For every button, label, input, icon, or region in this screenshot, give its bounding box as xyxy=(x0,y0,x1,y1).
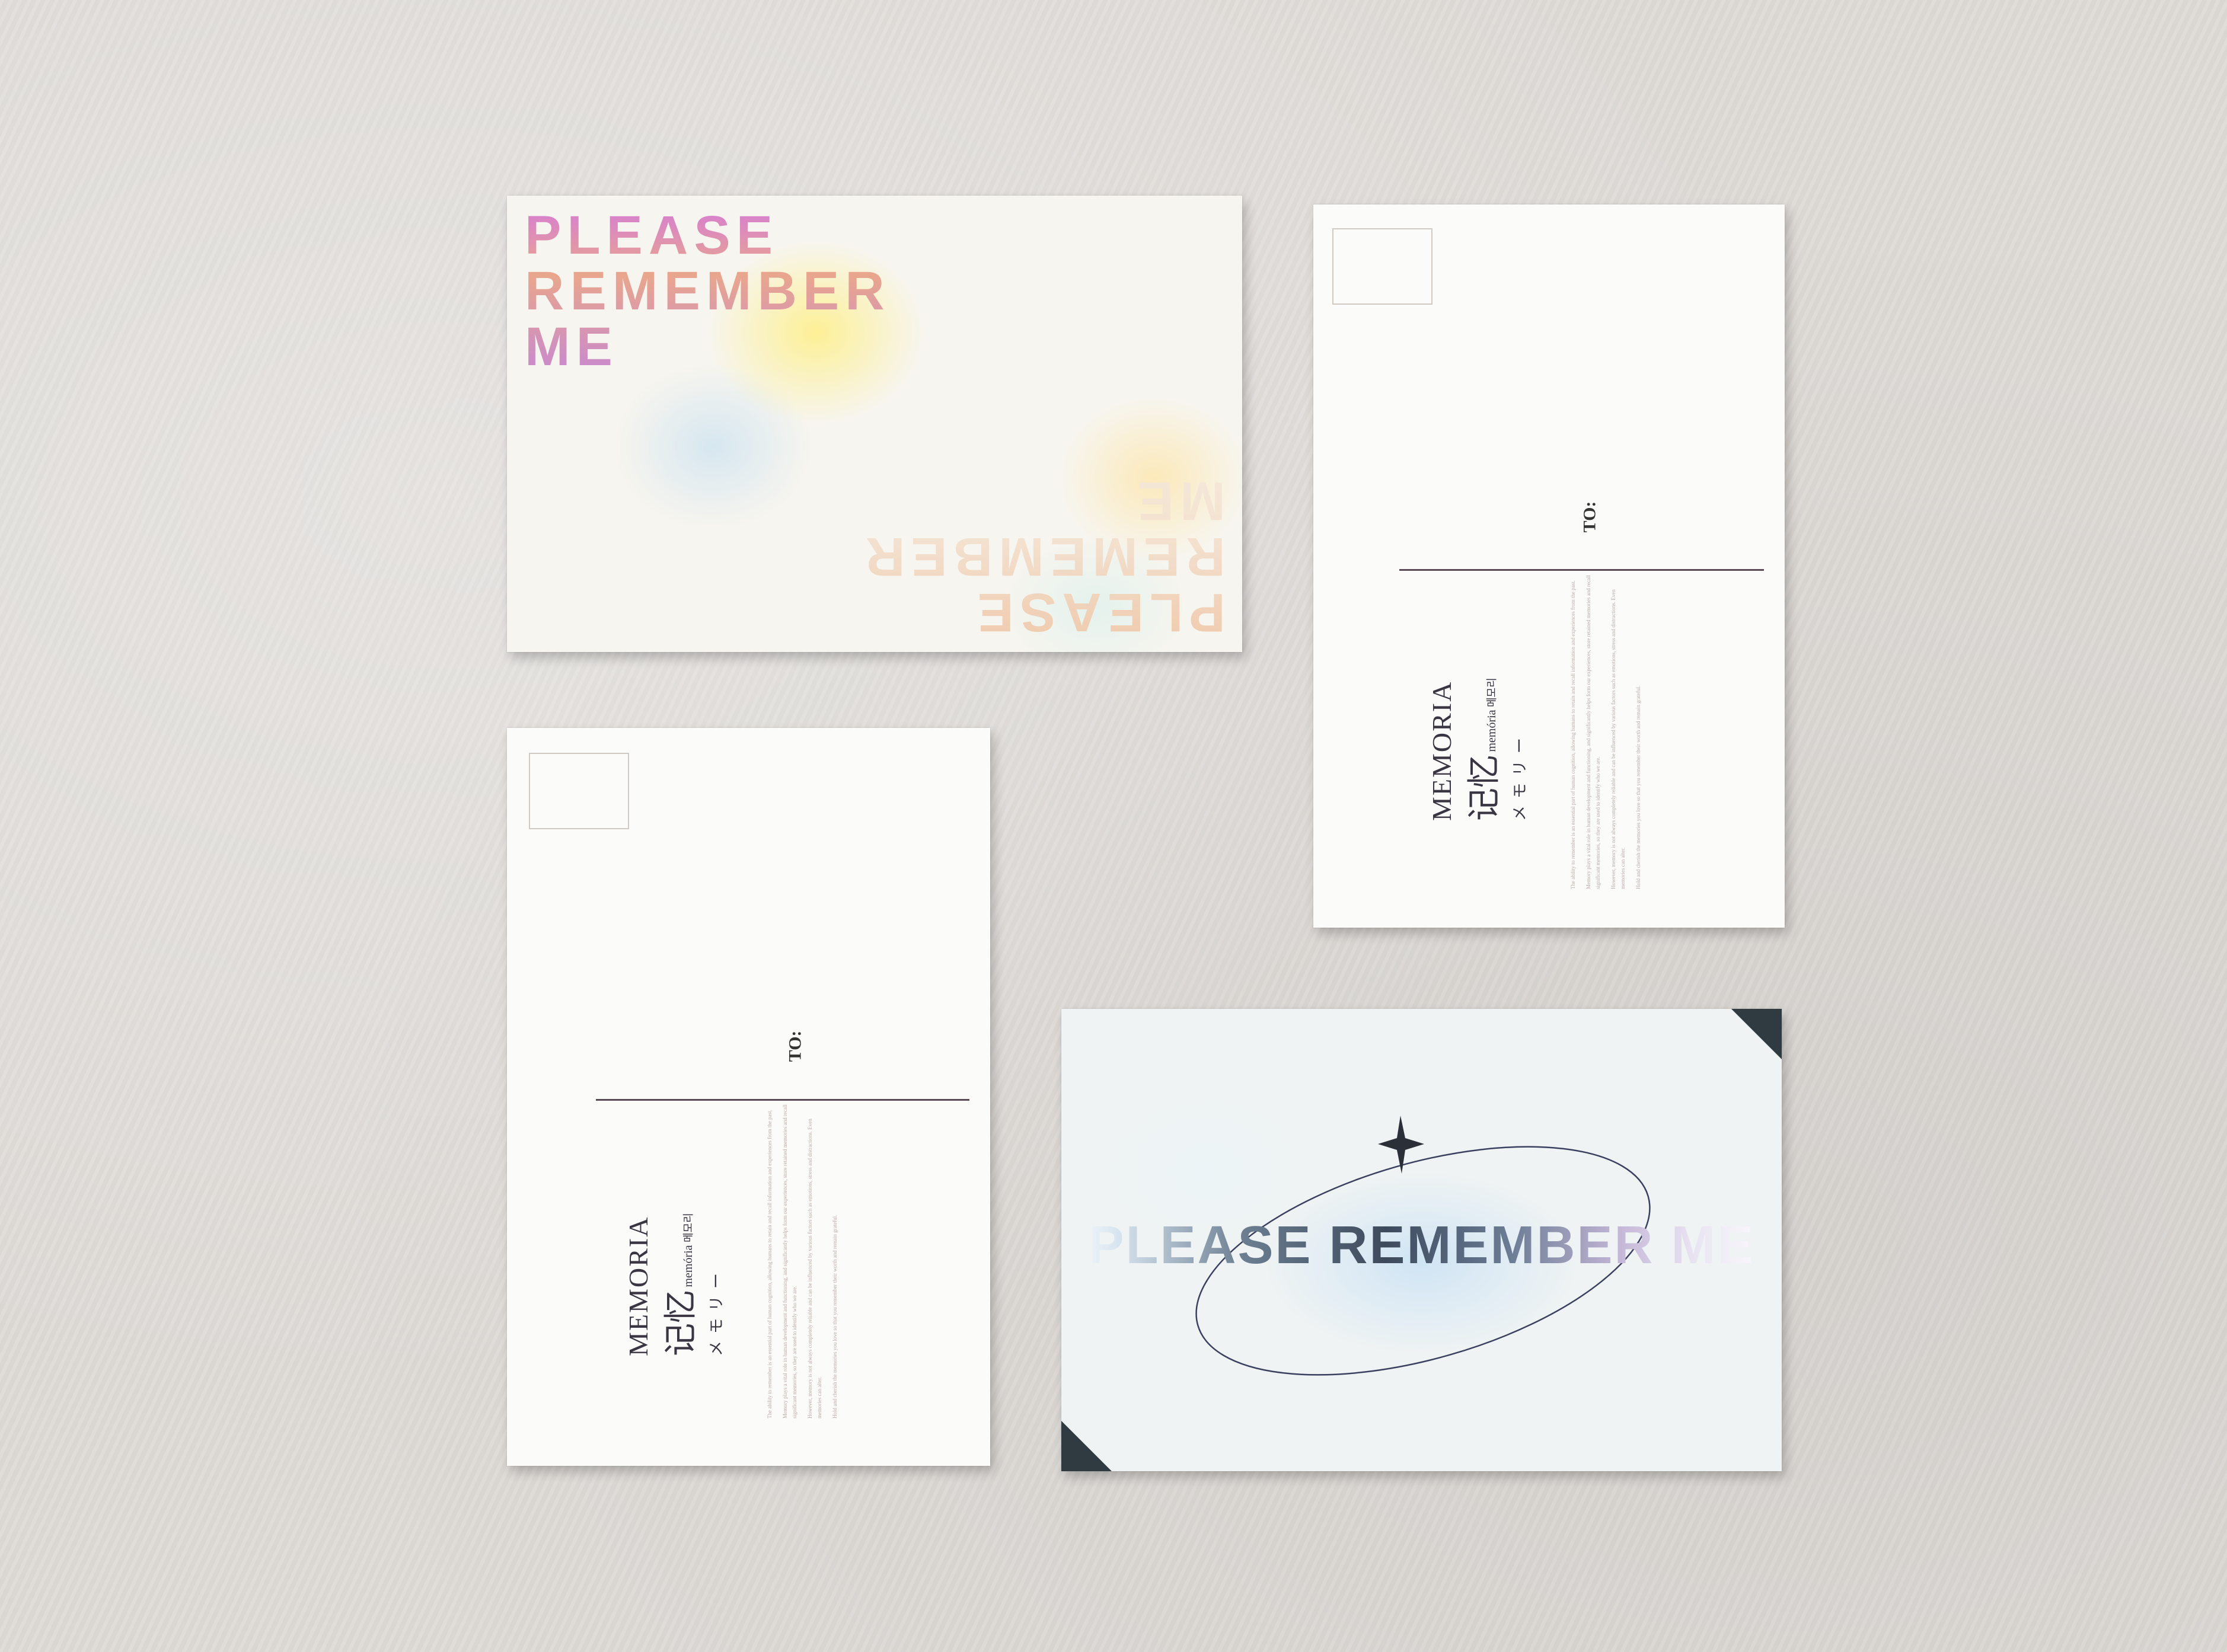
memoria-hangul: 메모리 xyxy=(1486,678,1498,707)
front-title-line: ME xyxy=(1132,471,1226,531)
paragraph: Hold and cherish the memories you love s… xyxy=(1635,685,1641,889)
front-title-bottom-mirrored: PLEASE REMEMBER ME xyxy=(860,473,1226,640)
paragraph: Memory plays a vital role in human devel… xyxy=(782,1104,797,1418)
paragraph: However, memory is not always completely… xyxy=(1610,589,1626,889)
memoria-kana: メモリー xyxy=(708,1266,726,1356)
memoria-paragraphs: The ability to remember is an essential … xyxy=(765,1098,846,1418)
to-label: TO: xyxy=(1580,501,1600,533)
front-title-line: REMEMBER xyxy=(860,526,1226,587)
paragraph: The ability to remember is an essential … xyxy=(767,1110,773,1418)
front-title-line: ME xyxy=(525,317,618,377)
sparkle-star-icon xyxy=(1378,1116,1424,1174)
to-label: TO: xyxy=(785,1030,805,1062)
memoria-brand: MEMORIA 记忆 memória 메모리 メモリー xyxy=(623,1213,726,1356)
memoria-hangul: 메모리 xyxy=(682,1213,695,1242)
stamp-box xyxy=(1332,228,1432,305)
paragraph: However, memory is not always completely… xyxy=(807,1119,822,1418)
holo-title: PLEASE REMEMBER ME xyxy=(1061,1215,1782,1276)
paragraph: Memory plays a vital role in human devel… xyxy=(1585,575,1601,889)
postcard-back-right: TO: MEMORIA 记忆 memória 메모리 メモリー The abil… xyxy=(1313,204,1785,928)
memoria-brand: MEMORIA 记忆 memória 메모리 メモリー xyxy=(1426,678,1530,821)
front-card: PLEASE REMEMBER ME PLEASE REMEMBER ME xyxy=(507,196,1242,652)
memoria-word: MEMORIA xyxy=(623,1216,653,1356)
memoria-small: memória xyxy=(682,1245,695,1287)
memoria-cjk: 记忆 xyxy=(1465,755,1504,821)
memoria-cjk: 记忆 xyxy=(662,1290,700,1356)
stamp-box xyxy=(529,753,629,829)
paragraph: Hold and cherish the memories you love s… xyxy=(832,1215,838,1418)
front-title-top: PLEASE REMEMBER ME xyxy=(525,207,891,375)
memoria-paragraphs: The ability to remember is an essential … xyxy=(1568,569,1649,889)
holo-card: PLEASE REMEMBER ME xyxy=(1061,1009,1782,1471)
memoria-small: memória xyxy=(1485,710,1498,752)
front-title-line: PLEASE xyxy=(971,582,1226,643)
postcard-back-left: TO: MEMORIA 记忆 memória 메모리 メモリー The abil… xyxy=(507,728,990,1466)
front-title-line: REMEMBER xyxy=(525,261,891,321)
memoria-kana: メモリー xyxy=(1511,730,1529,821)
memoria-word: MEMORIA xyxy=(1427,680,1457,821)
front-title-line: PLEASE xyxy=(525,205,779,266)
paragraph: The ability to remember is an essential … xyxy=(1570,580,1576,889)
